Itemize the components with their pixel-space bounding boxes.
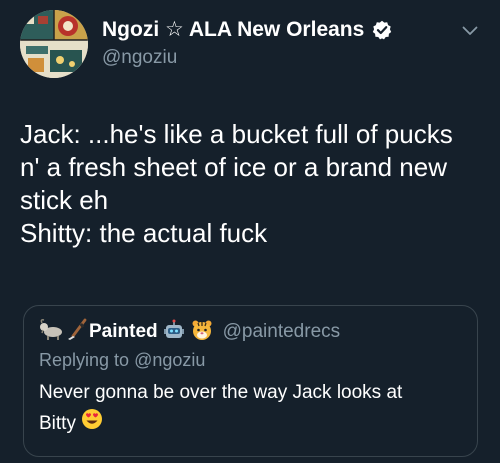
robot-emoji-icon (163, 319, 185, 346)
quoted-author-name[interactable]: Painted (89, 321, 158, 343)
chevron-down-icon[interactable] (462, 26, 478, 36)
quoted-tweet-text: Never gonna be over the way Jack looks a… (39, 378, 461, 440)
avatar-image (20, 10, 88, 78)
replying-to-line: Replying to @ngoziu (39, 347, 461, 373)
avatar[interactable] (20, 10, 88, 78)
verified-badge-icon (372, 20, 392, 40)
author-info: Ngozi ☆ ALA New Orleans @ngoziu (102, 17, 392, 71)
tweet-text-line: stick eh (20, 185, 109, 215)
quoted-tweet[interactable]: Painted @paintedrecs Replying to @ngoziu… (23, 305, 478, 457)
tweet-header: Ngozi ☆ ALA New Orleans @ngoziu (20, 10, 486, 82)
tweet-text-line: Shitty: the actual fuck (20, 218, 268, 248)
heart-eyes-emoji-icon (81, 408, 103, 440)
tweet-text: Jack: ...he's like a bucket full of puck… (20, 118, 482, 250)
author-handle[interactable]: @ngoziu (102, 45, 392, 71)
quoted-author-handle[interactable]: @paintedrecs (223, 321, 341, 343)
tweet-text-line: Jack: ...he's like a bucket full of puck… (20, 119, 453, 149)
author-name-row[interactable]: Ngozi ☆ ALA New Orleans (102, 17, 392, 43)
tweet-text-line: n' a fresh sheet of ice or a brand new (20, 152, 447, 182)
replying-to-handle[interactable]: @ngoziu (134, 350, 205, 370)
replying-to-label: Replying to (39, 350, 135, 370)
quoted-tweet-header: Painted @paintedrecs (39, 318, 461, 346)
hockey-stick-emoji-icon (65, 318, 89, 347)
tiger-face-emoji-icon (191, 319, 213, 346)
tweet-card: Ngozi ☆ ALA New Orleans @ngoziu Jack: ..… (0, 0, 500, 463)
quoted-text-line-last: Bitty (39, 408, 461, 440)
quoted-text-line-2: Bitty (39, 413, 76, 435)
author-display-name[interactable]: Ngozi ☆ ALA New Orleans (102, 17, 364, 43)
quoted-text-line: Never gonna be over the way Jack looks a… (39, 382, 403, 403)
goat-emoji-icon (39, 318, 65, 346)
